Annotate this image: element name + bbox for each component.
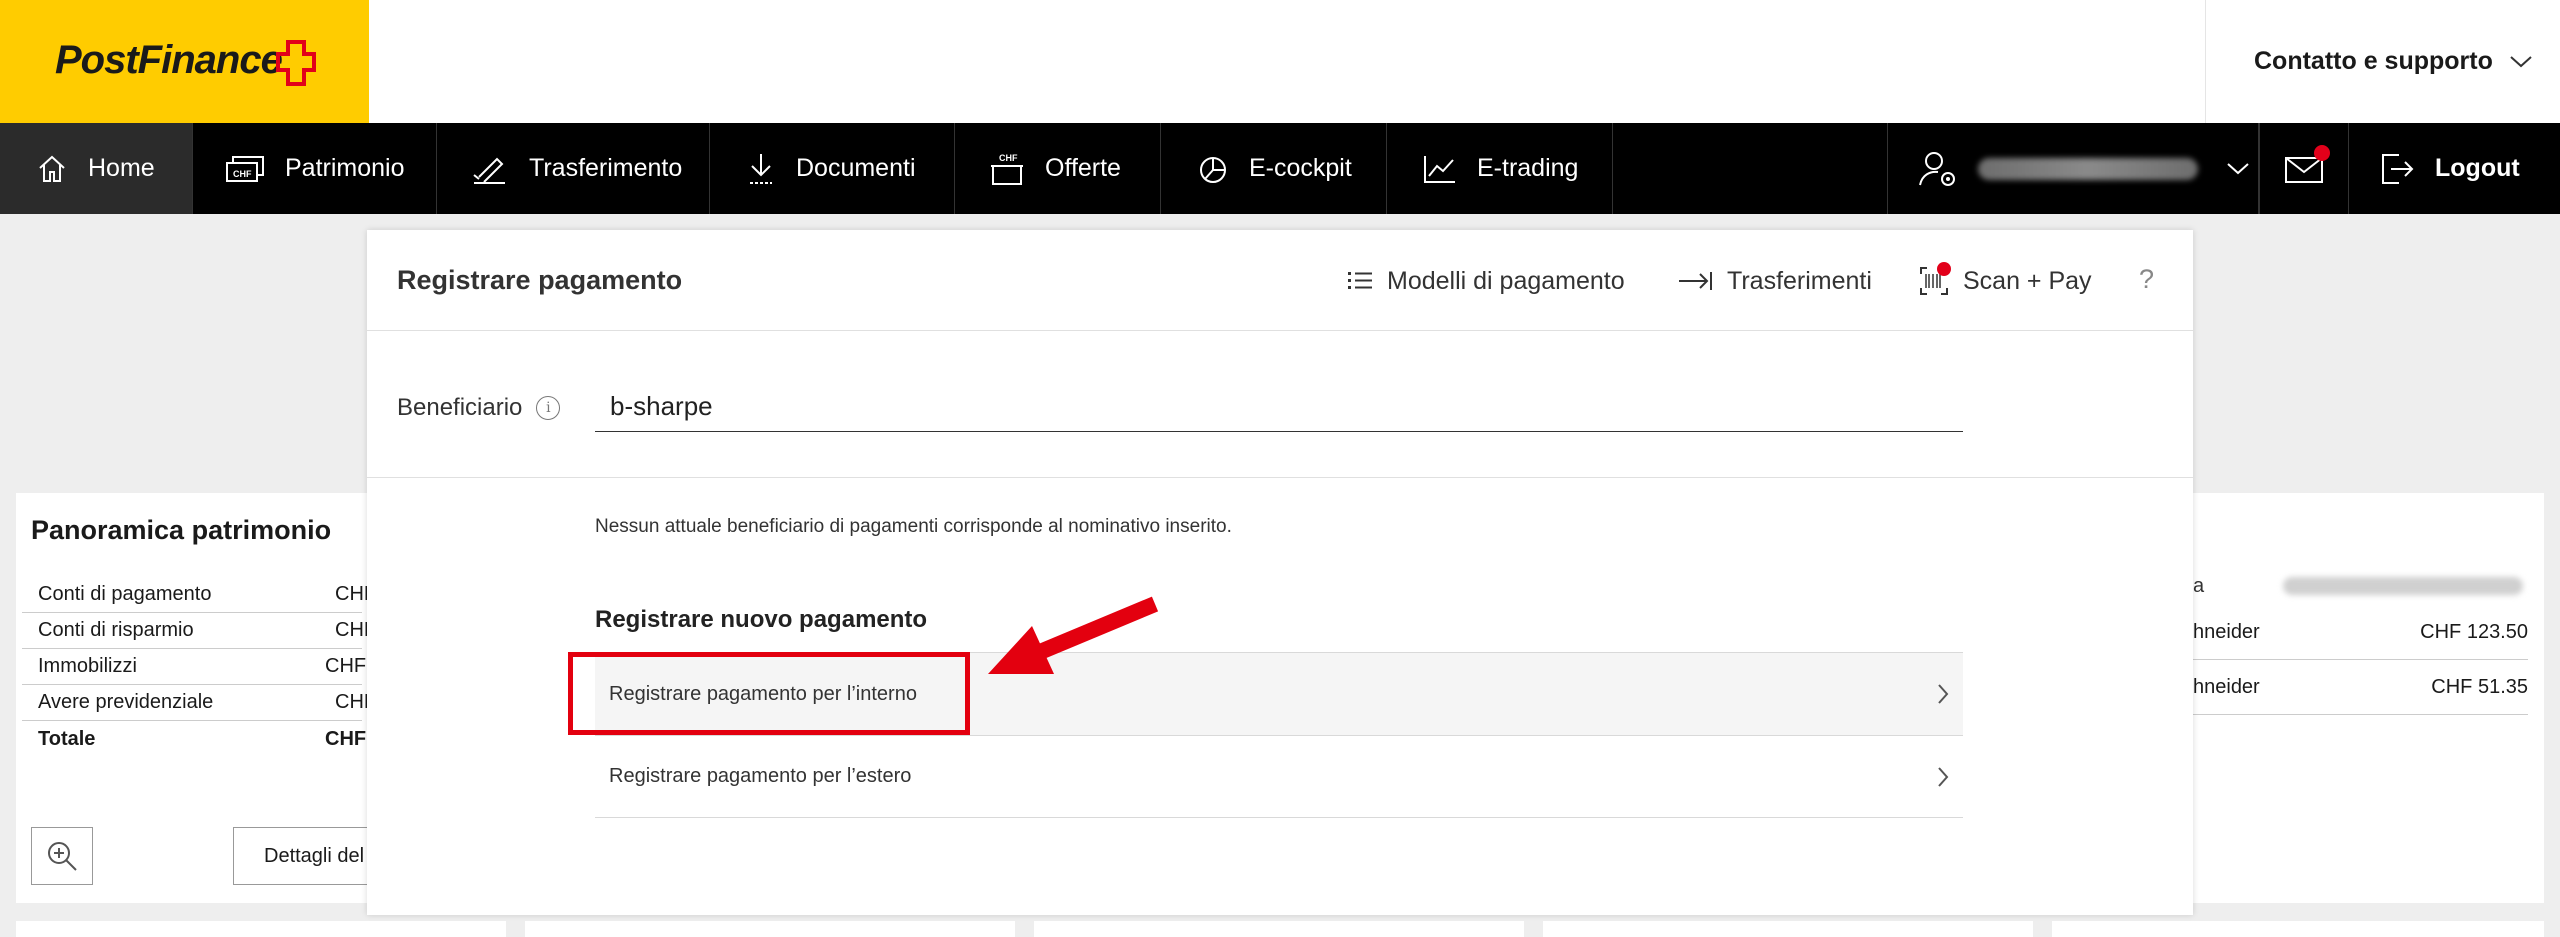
bottom-card [1034,921,1524,937]
divider [367,477,2193,478]
nav-label: Home [88,154,155,182]
nav-label: E-trading [1477,154,1579,182]
nav-label: Offerte [1045,154,1121,182]
logout-icon [2382,153,2414,184]
info-icon[interactable]: i [536,396,561,420]
chevron-down-icon [2227,162,2249,174]
download-icon [750,153,772,184]
sign-pen-icon [473,157,505,184]
svg-text:CHF: CHF [233,169,252,179]
logout-button[interactable]: Logout [2349,123,2560,214]
top-header: PostFinance Contatto e supporto [0,0,2560,123]
nav-label: Patrimonio [285,154,405,182]
chevron-right-icon [1938,766,1949,787]
beneficiary-input[interactable] [595,382,1963,432]
asset-overview-title: Panoramica patrimonio [31,515,332,545]
pie-chart-icon [1200,156,1226,183]
main-navigation: Home CHF Patrimonio Trasferimento Docume… [0,123,2560,214]
support-label: Contatto e supporto [2254,47,2493,75]
swiss-cross-icon [276,40,316,86]
blurred-account-number [2283,577,2523,595]
scan-badge [1937,262,1951,276]
help-button[interactable]: ? [2139,264,2154,295]
scan-icon [1919,262,1951,296]
bottom-card [2052,921,2544,937]
logout-label: Logout [2435,154,2520,182]
asset-row: Immobilizzi CHF [22,649,366,685]
home-icon [39,155,65,182]
right-overview-card: a hneider CHF 123.50 hneider CHF 51.35 [2193,493,2544,903]
list-icon [1348,272,1372,289]
annotation-highlight-box [568,652,970,735]
zoom-in-icon [48,842,77,871]
zoom-button[interactable] [31,827,93,885]
nav-item-etrading[interactable]: E-trading [1387,123,1613,214]
asset-row: Conti di pagamento CHF [22,577,376,613]
new-payment-heading: Registrare nuovo pagamento [595,606,928,633]
dialog-header: Registrare pagamento Modelli di pagament… [367,230,2193,331]
beneficiary-label-group: Beneficiario i [397,394,561,422]
user-menu[interactable] [1887,123,2259,214]
nav-item-documenti[interactable]: Documenti [710,123,955,214]
nav-label: Trasferimento [529,154,683,182]
notification-badge [2314,145,2330,161]
right-row: hneider CHF 123.50 [2193,605,2528,660]
bottom-card [1543,921,2033,937]
nav-item-patrimonio[interactable]: CHF Patrimonio [193,123,437,214]
option-label: Registrare pagamento per l’estero [609,765,912,787]
nav-item-ecockpit[interactable]: E-cockpit [1161,123,1387,214]
payment-templates-link[interactable]: Modelli di pagamento [1347,264,1625,298]
nav-item-offerte[interactable]: CHF Offerte [955,123,1161,214]
svg-text:CHF: CHF [999,153,1018,163]
asset-row: Avere previdenziale CHF [22,685,376,721]
postfinance-logo[interactable]: PostFinance [0,0,369,123]
arrow-to-bar-icon [1679,272,1712,290]
dialog-title: Registrare pagamento [397,265,683,295]
user-name-blurred [1978,157,2198,180]
nav-item-trasferimento[interactable]: Trasferimento [437,123,710,214]
right-label-partial: a [2193,575,2205,597]
chevron-right-icon [1938,684,1949,704]
chf-box-icon: CHF [991,153,1023,185]
bottom-card [16,921,506,937]
trend-chart-icon [1424,155,1455,183]
chf-notes-icon: CHF [226,155,264,182]
annotation-arrow-icon [988,596,1159,674]
asset-total-row: Totale CHF [38,727,367,750]
nav-label: Documenti [796,154,916,182]
bottom-card [525,921,1015,937]
right-row: hneider CHF 51.35 [2193,660,2528,715]
scan-pay-link[interactable]: Scan + Pay [1919,262,2092,298]
nav-item-home[interactable]: Home [0,123,193,214]
chevron-down-icon [2510,55,2532,67]
logo-text: PostFinance [55,38,283,82]
messages-button[interactable] [2259,123,2349,214]
transfers-link[interactable]: Trasferimenti [1677,264,1872,298]
user-settings-icon [1919,151,1955,186]
beneficiary-label: Beneficiario [397,394,523,421]
asset-row: Conti di risparmio CHF [22,613,376,649]
nav-label: E-cockpit [1249,154,1352,182]
foreign-payment-option[interactable]: Registrare pagamento per l’estero [595,735,1963,818]
payment-dialog: Registrare pagamento Modelli di pagament… [367,230,2193,915]
no-match-message: Nessun attuale beneficiario di pagamenti… [595,516,1232,537]
support-menu[interactable]: Contatto e supporto [2205,0,2560,123]
asset-overview-card: Panoramica patrimonio Conti di pagamento… [16,493,433,903]
